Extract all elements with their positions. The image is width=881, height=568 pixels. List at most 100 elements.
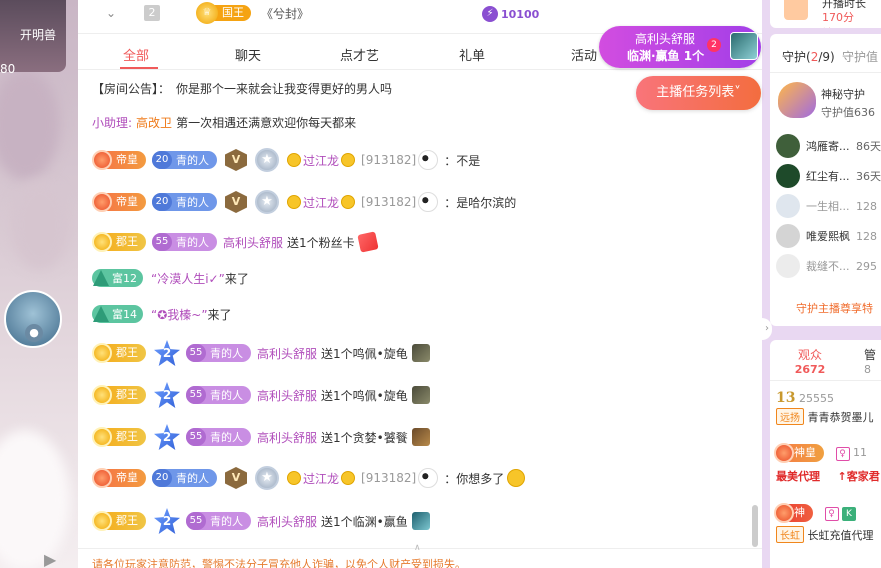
rank-icon <box>92 511 112 531</box>
username[interactable]: 高利头舒服 <box>223 234 283 251</box>
user-tag: 远扬 <box>776 408 804 425</box>
tab-activity[interactable]: 活动 <box>571 45 597 64</box>
tab-gift-list[interactable]: 礼单 <box>459 45 485 64</box>
star-level-icon: 2 <box>154 340 180 366</box>
lightning-icon: ⚡ <box>482 6 498 22</box>
rank-icon <box>92 385 112 405</box>
tab-audience[interactable]: 观众 2672 <box>792 346 828 376</box>
username[interactable]: 过江龙 <box>303 470 339 487</box>
panda-icon <box>418 468 439 488</box>
gender-icon: ♀ <box>835 447 850 461</box>
audience-row-name[interactable]: 远扬 青青恭贺墨儿 <box>776 408 874 425</box>
guard-row[interactable]: 鸿雁寄... 86天 <box>776 134 881 158</box>
guard-row[interactable]: 裁缝不... 295 <box>776 254 877 278</box>
audience-row[interactable]: 神皇 ♀ 11 <box>774 443 867 463</box>
smile-icon <box>287 153 301 167</box>
user-name: 长虹充值代理 <box>807 529 874 542</box>
guard-days: 295 <box>856 259 877 273</box>
divider <box>770 72 881 73</box>
username[interactable]: 过江龙 <box>303 152 339 169</box>
fan-level: 20 <box>152 193 172 211</box>
username[interactable]: 高利头舒服 <box>257 345 317 362</box>
tab-chat[interactable]: 聊天 <box>235 45 261 64</box>
fan-name: 青的人 <box>176 236 209 249</box>
verified-icon: K <box>842 507 856 521</box>
chat-scrollbar[interactable] <box>752 505 758 547</box>
tab-talent[interactable]: 点才艺 <box>340 45 379 64</box>
message-text: 送1个临渊•赢鱼 <box>321 514 408 529</box>
user-level: 13 <box>776 390 796 406</box>
video-background <box>10 180 70 270</box>
user-level: 11 <box>853 446 867 459</box>
username[interactable]: 高利头舒服 <box>257 429 317 446</box>
fan-level: 20 <box>152 151 172 169</box>
tab-all[interactable]: 全部 <box>123 45 149 64</box>
rank-icon <box>92 343 112 363</box>
fan-name: 青的人 <box>210 431 243 444</box>
vip-icon: V <box>225 149 247 171</box>
message-text: 送1个鸣佩•旋龟 <box>321 346 408 361</box>
chat-message: 帝皇 20 青的人 V ★ 过江龙 [913182] ：不是 <box>92 148 480 172</box>
guard-row[interactable]: 唯爱熙枫 128 <box>776 224 877 248</box>
panda-icon <box>418 192 439 212</box>
gift-popup[interactable]: 高利头舒服 临渊·赢鱼 1个 2 <box>599 26 761 68</box>
video-background <box>0 70 60 180</box>
star-medal-icon: ★ <box>255 466 279 490</box>
audience-row[interactable]: 神 ♀ K <box>774 503 856 523</box>
anchor-card[interactable]: 开明兽 80 <box>0 0 66 76</box>
safety-notice: ∧ 请各位玩家注意防范，警惕不法分子冒充他人诈骗，以免个人财产受到损失。 <box>78 543 762 568</box>
star-medal-icon: ★ <box>255 148 279 172</box>
fan-name: 青的人 <box>210 347 243 360</box>
guard-row[interactable]: 一生相... 128 <box>776 194 877 218</box>
rank-icon <box>92 468 112 488</box>
username[interactable]: 过江龙 <box>303 194 339 211</box>
mic-user-avatar[interactable]: ● <box>4 290 62 348</box>
audience-row-name[interactable]: 最美代理 ↑客家君 <box>776 468 880 484</box>
message-text: ：是哈尔滨的 <box>444 195 517 210</box>
guard-name: 裁缝不... <box>806 260 850 273</box>
chevron-up-icon[interactable]: ∧ <box>414 543 421 553</box>
fan-name: 青的人 <box>176 472 209 485</box>
guard-name: 红尘有... <box>806 170 850 183</box>
gift-message: 郡王 2 55 青的人 高利头舒服 送1个鸣佩•旋龟 <box>92 382 430 408</box>
fan-name: 青的人 <box>210 389 243 402</box>
active-tab-underline <box>120 67 158 69</box>
username[interactable]: “✪我榛~” <box>151 306 208 323</box>
username[interactable]: 高利头舒服 <box>257 513 317 530</box>
message-list: 【房间公告】： 你是那个一来就会让我变得更好的男人吗 小助理: 高改卫 第一次相… <box>78 72 762 548</box>
chevron-down-icon[interactable]: ⌄ <box>106 6 116 20</box>
enter-message: 富12 “冷漠人生i✓” 来了 <box>92 266 249 290</box>
rank-icon <box>92 192 112 212</box>
manager-label: 管 <box>864 348 877 362</box>
chat-message: 帝皇 20 青的人 V ★ 过江龙 [913182] ：你想多了 <box>92 466 526 490</box>
audience-row[interactable]: 13 25555 <box>776 390 834 406</box>
beast-gift-icon <box>411 428 430 446</box>
audience-row-name[interactable]: 长虹 长虹充值代理 <box>776 526 874 543</box>
message-text: 来了 <box>224 271 249 286</box>
fan-badge: 20 青的人 <box>152 193 217 211</box>
volume-icon[interactable]: ▶ <box>44 550 68 568</box>
anchor-task-list-button[interactable]: 主播任务列表˅ <box>636 76 761 110</box>
fish-gift-icon <box>411 512 430 530</box>
wealth-level: 富14 <box>112 308 137 321</box>
fan-level: 20 <box>152 469 172 487</box>
panda-icon <box>418 150 439 170</box>
avatar <box>776 224 800 248</box>
star-level-icon: 2 <box>154 382 180 408</box>
chat-message: 帝皇 20 青的人 V ★ 过江龙 [913182] ：是哈尔滨的 <box>92 190 516 214</box>
fan-name: 青的人 <box>210 515 243 528</box>
tab-managers[interactable]: 管 8 <box>864 346 876 376</box>
guard-row[interactable]: 红尘有... 36天 <box>776 164 881 188</box>
star-medal-icon: ★ <box>255 190 279 214</box>
assistant-text: 第一次相遇还满意欢迎你每天都来 <box>176 115 357 130</box>
username[interactable]: 高利头舒服 <box>257 387 317 404</box>
guard-name: 鸿雁寄... <box>806 140 850 153</box>
rank-icon <box>92 150 112 170</box>
message-text: ：不是 <box>444 153 481 168</box>
tab-guard-value[interactable]: 守护值 <box>842 48 878 65</box>
tab-guard[interactable]: 守护(2/9) <box>782 48 835 65</box>
assistant-name[interactable]: 高改卫 <box>136 114 172 131</box>
guard-privilege-link[interactable]: 守护主播尊享特 <box>796 300 873 316</box>
username[interactable]: “冷漠人生i✓” <box>151 270 225 287</box>
guard-days: 128 <box>856 199 877 213</box>
